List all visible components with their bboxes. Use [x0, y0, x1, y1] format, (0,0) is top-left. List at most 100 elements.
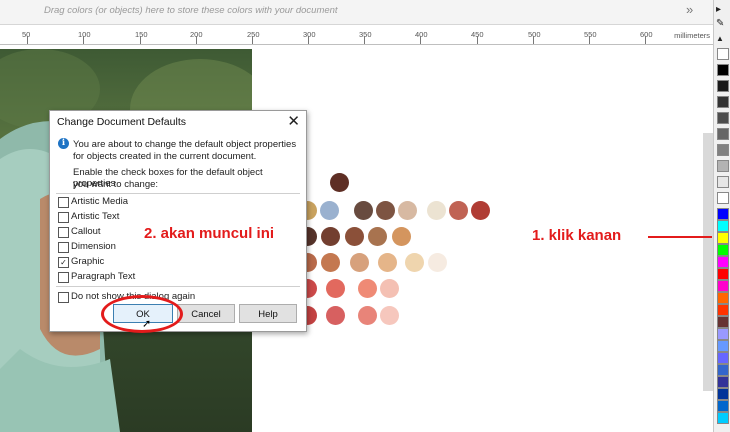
swatch-dot[interactable] — [320, 201, 339, 220]
ruler-tick — [308, 36, 309, 44]
palette-swatch[interactable] — [717, 328, 729, 340]
palette-swatch[interactable] — [717, 176, 729, 188]
palette-swatch[interactable] — [717, 340, 729, 352]
palette-swatch[interactable] — [717, 128, 729, 140]
swatch-dot[interactable] — [326, 279, 345, 298]
swatch-dot[interactable] — [321, 253, 340, 272]
palette-swatch[interactable] — [717, 304, 729, 316]
palette-swatch[interactable] — [717, 192, 729, 204]
checkbox-paragraph-text[interactable] — [58, 272, 69, 283]
ruler-label: 150 — [135, 30, 148, 39]
swatch-dot[interactable] — [380, 306, 399, 325]
swatch-dot[interactable] — [471, 201, 490, 220]
swatch-dot[interactable] — [376, 201, 395, 220]
swatch-dot[interactable] — [330, 173, 349, 192]
swatch-dot[interactable] — [354, 201, 373, 220]
checkbox-dimension[interactable] — [58, 242, 69, 253]
swatch-dot[interactable] — [398, 201, 417, 220]
palette-swatch[interactable] — [717, 96, 729, 108]
change-document-defaults-dialog: Change Document Defaults ✕ i You are abo… — [49, 110, 307, 332]
separator — [56, 286, 300, 287]
annotation-step-2: 2. akan muncul ini — [144, 225, 275, 242]
document-palette-tray[interactable]: Drag colors (or objects) here to store t… — [0, 0, 713, 25]
palette-swatch[interactable] — [717, 232, 729, 244]
info-icon: i — [58, 138, 69, 149]
ruler-units: millimeters — [674, 31, 710, 40]
palette-swatch[interactable] — [717, 388, 729, 400]
palette-swatch[interactable] — [717, 80, 729, 92]
ruler-label: 500 — [528, 30, 541, 39]
checkbox-callout[interactable] — [58, 227, 69, 238]
swatch-dot[interactable] — [405, 253, 424, 272]
swatch-dot[interactable] — [427, 201, 446, 220]
checkbox-label: Callout — [71, 226, 101, 237]
palette-menu-icon[interactable]: ▸ — [716, 4, 721, 15]
ruler-label: 600 — [640, 30, 653, 39]
palette-swatch[interactable] — [717, 64, 729, 76]
annotation-step-1: 1. klik kanan — [532, 227, 622, 244]
annotation-arrow-line — [648, 236, 712, 238]
palette-swatch[interactable] — [717, 48, 729, 60]
palette-scroll-arrows-icon[interactable]: » — [686, 2, 693, 17]
checkbox-label: Artistic Text — [71, 211, 120, 222]
color-palette-panel: ▸ ✎ ▲ — [713, 0, 730, 432]
swatch-dot[interactable] — [449, 201, 468, 220]
palette-swatch[interactable] — [717, 292, 729, 304]
cancel-button[interactable]: Cancel — [177, 304, 235, 323]
ruler-tick — [420, 36, 421, 44]
checkbox-label: Dimension — [71, 241, 116, 252]
swatch-dot[interactable] — [380, 279, 399, 298]
palette-swatch[interactable] — [717, 412, 729, 424]
palette-swatch[interactable] — [717, 160, 729, 172]
checkbox-graphic[interactable]: ✓ — [58, 257, 69, 268]
horizontal-ruler: 50 100 150 200 250 300 350 400 450 500 5… — [0, 28, 713, 45]
ruler-tick — [252, 36, 253, 44]
close-icon[interactable]: ✕ — [287, 112, 300, 130]
help-button[interactable]: Help — [239, 304, 297, 323]
swatch-dot[interactable] — [345, 227, 364, 246]
swatch-dot[interactable] — [428, 253, 447, 272]
swatch-dot[interactable] — [378, 253, 397, 272]
swatch-dot[interactable] — [392, 227, 411, 246]
ruler-label: 400 — [415, 30, 428, 39]
palette-swatch[interactable] — [717, 376, 729, 388]
eyedropper-icon[interactable]: ✎ — [716, 18, 724, 29]
palette-swatch[interactable] — [717, 256, 729, 268]
swatch-dot[interactable] — [350, 253, 369, 272]
ruler-label: 100 — [78, 30, 91, 39]
ruler-tick — [83, 36, 84, 44]
swatch-dot[interactable] — [358, 279, 377, 298]
palette-swatch[interactable] — [717, 208, 729, 220]
info-message-line: for objects created in the current docum… — [73, 151, 257, 162]
ruler-label: 350 — [359, 30, 372, 39]
swatch-dot[interactable] — [321, 227, 340, 246]
palette-up-arrow-icon[interactable]: ▲ — [716, 34, 724, 43]
mouse-cursor-icon: ➚ — [142, 318, 152, 330]
palette-swatch[interactable] — [717, 352, 729, 364]
palette-swatch[interactable] — [717, 400, 729, 412]
palette-swatch[interactable] — [717, 364, 729, 376]
separator — [56, 193, 300, 194]
ruler-label: 250 — [247, 30, 260, 39]
checkbox-label: Paragraph Text — [71, 271, 136, 282]
checkbox-label: Artistic Media — [71, 196, 129, 207]
swatch-dot[interactable] — [358, 306, 377, 325]
checkbox-artistic-text[interactable] — [58, 212, 69, 223]
palette-swatch[interactable] — [717, 220, 729, 232]
palette-swatch[interactable] — [717, 268, 729, 280]
ruler-tick — [477, 36, 478, 44]
palette-swatch[interactable] — [717, 144, 729, 156]
palette-swatch[interactable] — [717, 112, 729, 124]
swatch-dot[interactable] — [368, 227, 387, 246]
ruler-label: 550 — [584, 30, 597, 39]
ruler-tick — [533, 36, 534, 44]
swatch-dot[interactable] — [326, 306, 345, 325]
palette-swatch[interactable] — [717, 280, 729, 292]
ruler-tick — [140, 36, 141, 44]
palette-swatch[interactable] — [717, 244, 729, 256]
vertical-scrollbar[interactable] — [703, 133, 713, 391]
checkbox-dont-show-again[interactable] — [58, 292, 69, 303]
palette-swatch[interactable] — [717, 316, 729, 328]
ruler-tick — [196, 36, 197, 44]
checkbox-artistic-media[interactable] — [58, 197, 69, 208]
